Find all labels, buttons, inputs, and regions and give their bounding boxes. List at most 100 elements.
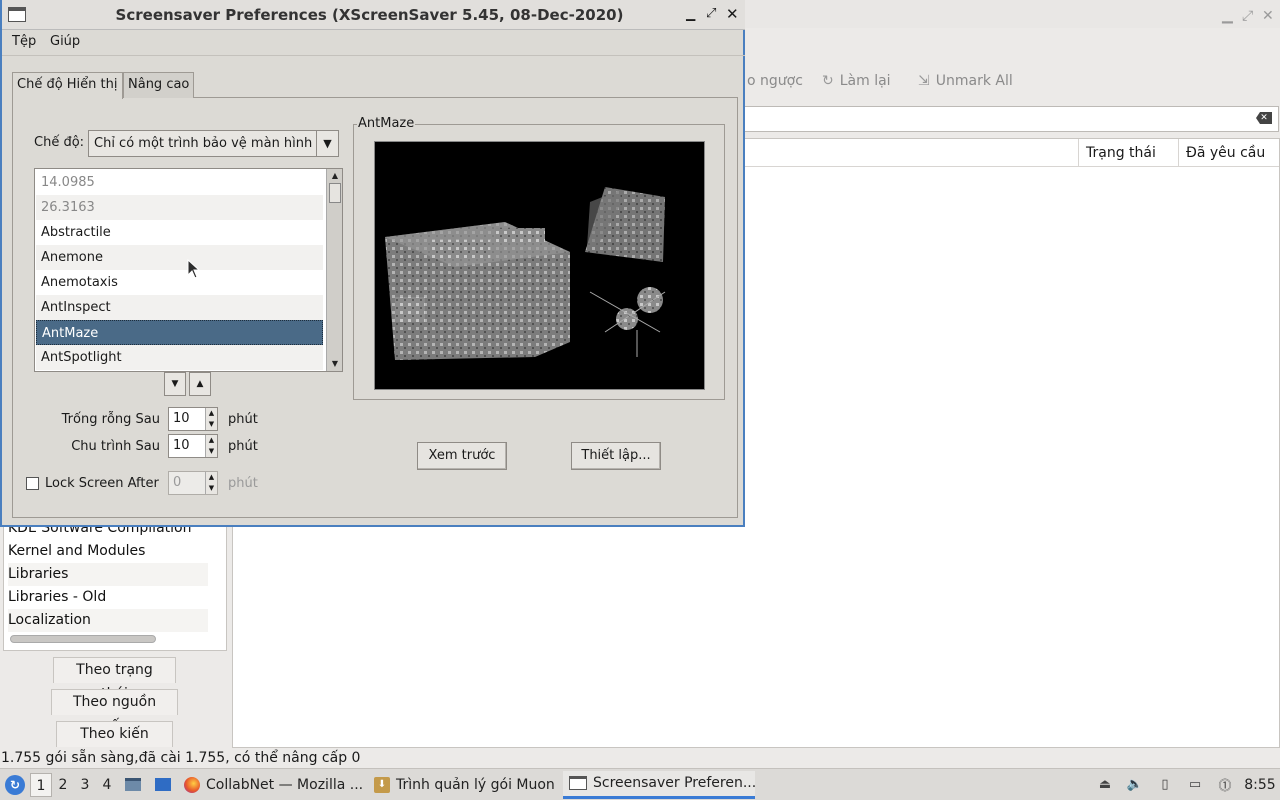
spinner-arrows-icon[interactable]: ▲ ▼ — [205, 435, 217, 457]
chevron-down-icon: ▼ — [316, 131, 338, 156]
menu-bar: Tệp Giúp — [2, 30, 745, 56]
settings-button[interactable]: Thiết lập... — [571, 442, 661, 470]
show-desktop-icon[interactable] — [154, 776, 172, 794]
cycle-after-spinner[interactable]: 10 ▲ ▼ — [168, 434, 218, 458]
column-header-status[interactable]: Trạng thái — [1078, 139, 1178, 167]
clipboard-icon[interactable]: ▯ — [1156, 776, 1174, 794]
taskbar: ↻ 1 2 3 4 CollabNet — Mozilla ... ⬇ Trìn… — [0, 768, 1280, 800]
filter-by-origin-tab[interactable]: Theo nguồn gốc — [51, 689, 178, 734]
scroll-up-icon[interactable]: ▲ — [328, 170, 342, 182]
filter-by-status-tab[interactable]: Theo trạng thái — [53, 657, 176, 702]
category-item[interactable]: Libraries - Old — [8, 586, 208, 609]
start-menu-button[interactable]: ↻ — [0, 770, 30, 800]
lubuntu-logo-icon: ↻ — [5, 774, 25, 795]
redo-label: Làm lại — [839, 73, 891, 89]
clear-search-icon[interactable]: ✕ — [1256, 112, 1272, 124]
column-header-requested[interactable]: Đã yêu cầu — [1178, 139, 1280, 167]
workspace-4[interactable]: 4 — [96, 773, 118, 797]
category-scrollbar[interactable] — [10, 635, 156, 643]
scrollbar-thumb[interactable] — [329, 183, 341, 203]
list-item[interactable]: Anemotaxis — [36, 270, 323, 295]
list-item[interactable]: Abstractile — [36, 220, 323, 245]
close-icon[interactable]: ✕ — [726, 5, 739, 23]
close-icon[interactable]: ✕ — [1262, 8, 1274, 24]
redo-button[interactable]: ↻ Làm lại — [822, 72, 891, 90]
tab-display-mode[interactable]: Chế độ Hiển thị — [12, 72, 123, 99]
antmaze-preview-image — [385, 187, 666, 360]
lock-after-unit: phút — [228, 476, 258, 491]
category-item[interactable]: Libraries — [8, 563, 208, 586]
blank-after-value: 10 — [173, 411, 190, 426]
list-item[interactable]: AntInspect — [36, 295, 323, 320]
redo-icon: ↻ — [822, 73, 834, 89]
mode-select[interactable]: Chỉ có một trình bảo vệ màn hình ▼ — [88, 130, 339, 157]
cycle-after-label: Chu trình Sau — [71, 439, 160, 454]
task-firefox[interactable]: CollabNet — Mozilla ... — [178, 771, 368, 799]
dialog-title: Screensaver Preferences (XScreenSaver 5.… — [115, 6, 624, 24]
spinner-arrows-icon[interactable]: ▲ ▼ — [205, 408, 217, 430]
task-firefox-label: CollabNet — Mozilla ... — [206, 776, 364, 793]
status-bar: 1.755 gói sẵn sàng,đã cài 1.755, có thể … — [0, 748, 1280, 768]
preview-screen — [374, 141, 705, 390]
undo-label: o ngược — [747, 73, 803, 89]
cycle-after-value: 10 — [173, 438, 190, 453]
lock-after-value: 0 — [173, 475, 182, 490]
maximize-icon[interactable]: ⤢ — [1242, 8, 1253, 24]
preview-button[interactable]: Xem trước — [417, 442, 507, 470]
task-xscreensaver[interactable]: Screensaver Preferen... — [563, 770, 755, 799]
minimize-icon[interactable]: ▁ — [1222, 8, 1233, 24]
maximize-icon[interactable]: ⤢ — [706, 6, 716, 21]
volume-icon[interactable]: 🔈 — [1126, 776, 1144, 794]
workspace-2[interactable]: 2 — [52, 773, 74, 797]
blank-after-spinner[interactable]: 10 ▲ ▼ — [168, 407, 218, 431]
next-saver-button[interactable]: ▼ — [164, 372, 186, 396]
list-item[interactable]: 14.0985 — [36, 170, 323, 195]
category-list[interactable]: KDE Software Compilation Kernel and Modu… — [3, 520, 227, 651]
window-icon — [569, 776, 587, 790]
firefox-icon — [184, 776, 200, 793]
eject-icon[interactable]: ⏏ — [1096, 776, 1114, 794]
mode-select-value: Chỉ có một trình bảo vệ màn hình — [94, 136, 313, 151]
search-input[interactable]: ✕ — [745, 106, 1279, 132]
unmark-all-button[interactable]: ⇲ Unmark All — [918, 72, 1013, 90]
category-item[interactable]: Kernel and Modules — [8, 540, 208, 563]
list-item[interactable]: AntSpotlight — [36, 345, 323, 370]
prev-saver-button[interactable]: ▲ — [189, 372, 211, 396]
unmark-label: Unmark All — [935, 73, 1013, 89]
cycle-after-unit: phút — [228, 439, 258, 454]
mouse-cursor-icon — [187, 259, 201, 279]
spinner-arrows-icon: ▲ ▼ — [205, 472, 217, 494]
minimize-icon[interactable]: ▁ — [686, 7, 695, 21]
menu-file[interactable]: Tệp — [12, 34, 36, 49]
preview-title: AntMaze — [357, 116, 416, 131]
mode-label: Chế độ: — [34, 135, 85, 150]
network-icon[interactable]: ▭ — [1186, 776, 1204, 794]
menu-help[interactable]: Giúp — [50, 34, 80, 49]
undo-button[interactable]: o ngược — [747, 72, 803, 90]
tab-advanced[interactable]: Nâng cao — [123, 72, 195, 98]
xscreensaver-dialog: Screensaver Preferences (XScreenSaver 5.… — [0, 0, 745, 527]
muon-titlebar: ▁ ⤢ ✕ — [745, 0, 1280, 28]
clock[interactable]: 8:55 — [1240, 777, 1280, 793]
task-muon-label: Trình quản lý gói Muon — [396, 776, 555, 793]
blank-after-unit: phút — [228, 412, 258, 427]
list-item[interactable]: Anemone — [36, 245, 323, 270]
list-scrollbar[interactable]: ▲ ▼ — [326, 169, 342, 371]
blank-after-label: Trống rỗng Sau — [61, 412, 160, 427]
workspace-1[interactable]: 1 — [30, 772, 52, 797]
task-xscreensaver-label: Screensaver Preferen... — [593, 775, 755, 791]
update-notifier-icon[interactable]: ⓵ — [1216, 776, 1234, 794]
lock-screen-checkbox[interactable] — [26, 477, 39, 490]
lock-after-spinner: 0 ▲ ▼ — [168, 471, 218, 495]
file-manager-icon[interactable] — [124, 776, 142, 794]
lock-screen-label[interactable]: Lock Screen After — [45, 476, 159, 491]
list-item[interactable]: 26.3163 — [36, 195, 323, 220]
dialog-titlebar[interactable]: Screensaver Preferences (XScreenSaver 5.… — [2, 0, 745, 30]
workspace-3[interactable]: 3 — [74, 773, 96, 797]
unmark-icon: ⇲ — [918, 73, 930, 89]
list-item-selected[interactable]: AntMaze — [36, 320, 323, 345]
filter-by-arch-tab[interactable]: Theo kiến trúc — [56, 721, 173, 766]
category-item[interactable]: Localization — [8, 609, 208, 632]
task-muon[interactable]: ⬇ Trình quản lý gói Muon — [368, 771, 563, 799]
scroll-down-icon[interactable]: ▼ — [328, 358, 342, 370]
